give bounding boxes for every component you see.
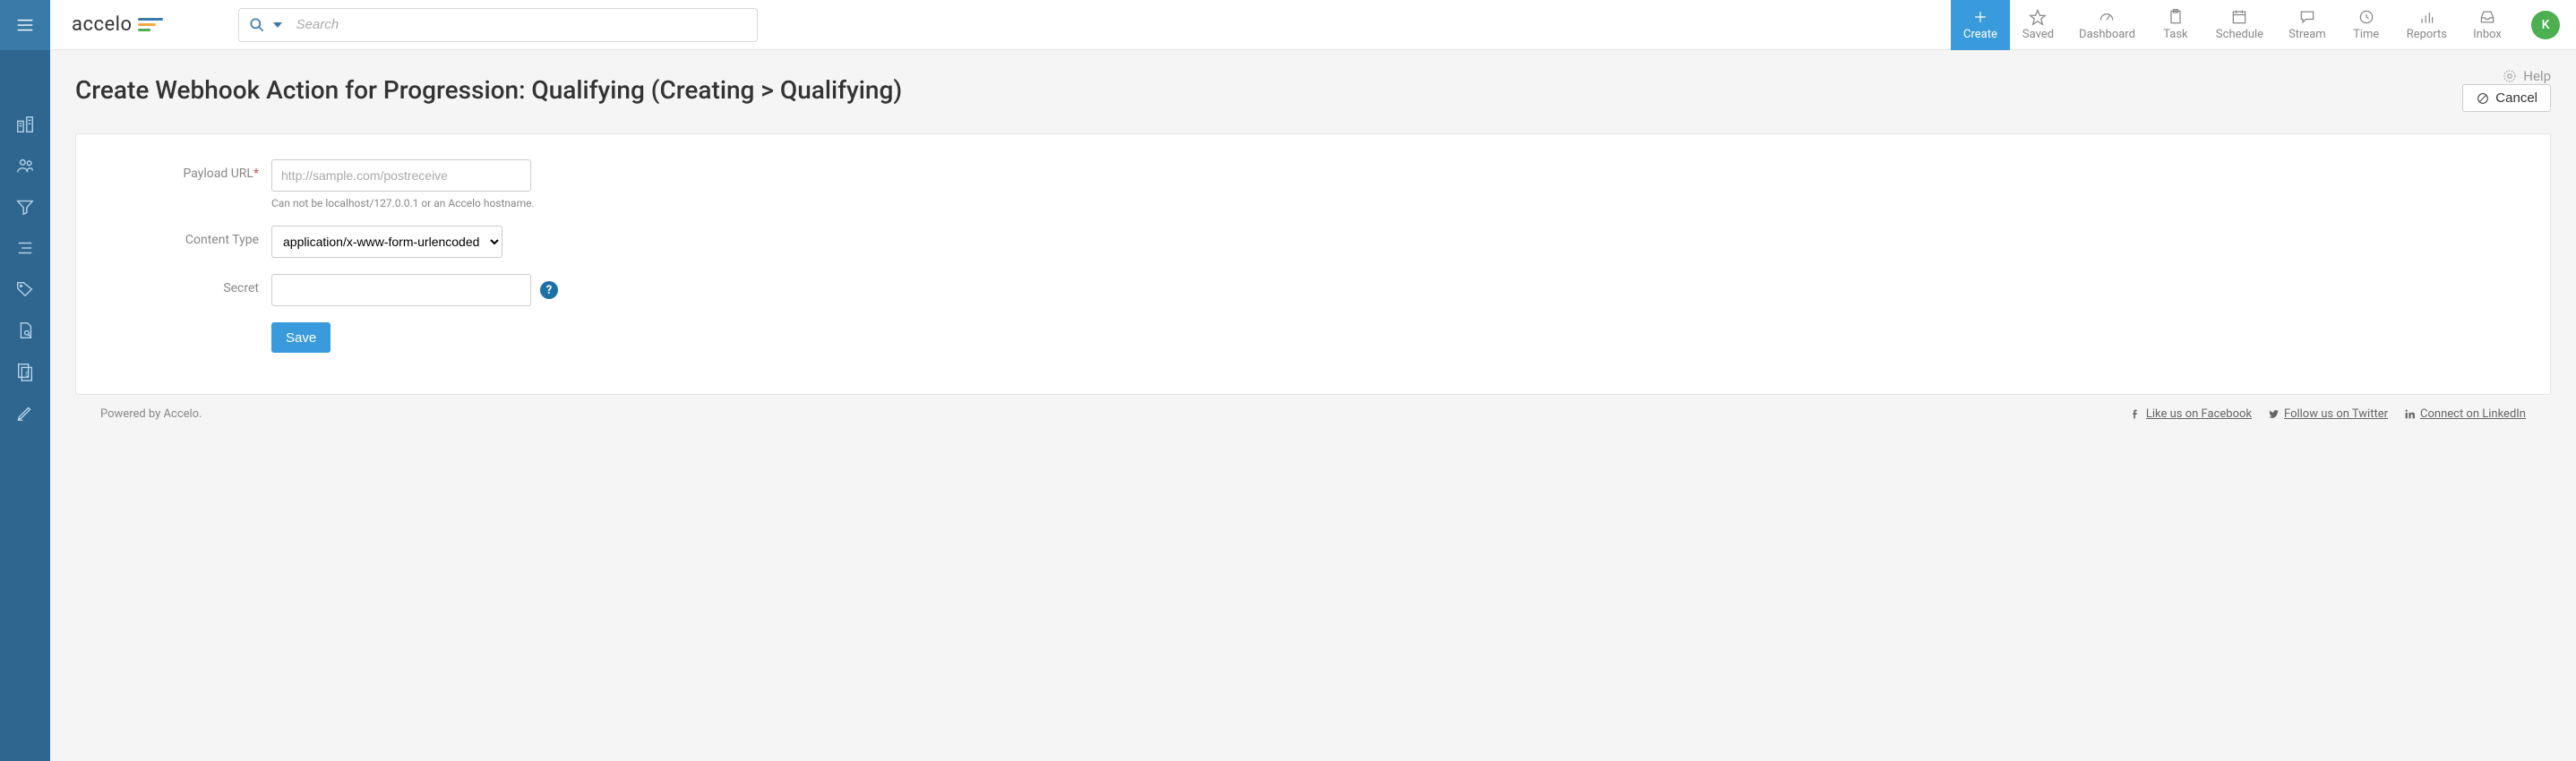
funnel-icon (15, 197, 35, 217)
sidebar-buildings[interactable] (0, 104, 50, 145)
nav-schedule[interactable]: Schedule (2203, 0, 2276, 50)
cancel-circle-icon (2476, 91, 2490, 106)
secret-input[interactable] (271, 274, 531, 306)
sidebar-tags[interactable] (0, 269, 50, 310)
search-scope-dropdown[interactable] (273, 22, 282, 28)
nav-saved[interactable]: Saved (2010, 0, 2066, 50)
nav-time[interactable]: Time (2339, 0, 2394, 50)
linkedin-icon (2404, 408, 2416, 420)
chat-icon (2298, 8, 2316, 26)
buildings-icon (15, 115, 35, 134)
nav-time-label: Time (2353, 28, 2379, 41)
nav-create[interactable]: Create (1951, 0, 2010, 50)
gear-dashed-icon (2502, 68, 2518, 84)
nav-inbox[interactable]: Inbox (2460, 0, 2515, 50)
help-link[interactable]: Help (2502, 68, 2551, 84)
pencil-icon (15, 403, 35, 423)
nav-inbox-label: Inbox (2473, 28, 2502, 41)
sidebar-document-search[interactable] (0, 310, 50, 351)
calendar-icon (2230, 8, 2248, 26)
billing-icon: $ (15, 362, 35, 381)
secret-label: Secret (101, 274, 271, 295)
cancel-label: Cancel (2495, 90, 2537, 106)
nav-schedule-label: Schedule (2216, 28, 2263, 41)
save-label: Save (286, 330, 316, 346)
topbar: accelo Create Saved (50, 0, 2576, 50)
cancel-button[interactable]: Cancel (2462, 84, 2551, 112)
help-label: Help (2523, 68, 2551, 84)
sidebar-filter[interactable] (0, 186, 50, 227)
nav-task[interactable]: Task (2148, 0, 2203, 50)
search-icon (248, 16, 266, 34)
left-sidebar: $ (0, 0, 50, 761)
sidebar-billing[interactable]: $ (0, 351, 50, 392)
hamburger-menu[interactable] (0, 0, 50, 50)
nav-reports[interactable]: Reports (2394, 0, 2460, 50)
nav-reports-label: Reports (2407, 28, 2447, 41)
nav-stream[interactable]: Stream (2276, 0, 2339, 50)
payload-url-input[interactable] (271, 159, 531, 192)
brand-logo[interactable]: accelo (50, 13, 185, 36)
facebook-icon (2130, 408, 2142, 420)
footer-linkedin-link[interactable]: Connect on LinkedIn (2404, 407, 2526, 421)
content-type-select[interactable]: application/x-www-form-urlencoded (271, 226, 502, 258)
payload-url-hint: Can not be localhost/127.0.0.1 or an Acc… (271, 197, 535, 209)
star-icon (2029, 8, 2047, 26)
people-icon (15, 156, 35, 175)
nav-dashboard-label: Dashboard (2079, 28, 2135, 41)
brand-mark-icon (138, 18, 163, 31)
hamburger-icon (15, 15, 35, 35)
nav-task-label: Task (2163, 28, 2187, 41)
page-title: Create Webhook Action for Progression: Q… (75, 75, 2462, 105)
save-button[interactable]: Save (271, 322, 331, 353)
search-input[interactable] (296, 17, 748, 32)
plus-icon (1971, 8, 1989, 26)
payload-url-label: Payload URL* (101, 159, 271, 181)
tasks-icon (15, 238, 35, 258)
tag-icon (15, 279, 35, 299)
secret-help-icon[interactable]: ? (540, 281, 558, 299)
footer-twitter-link[interactable]: Follow us on Twitter (2268, 407, 2388, 421)
footer: Powered by Accelo. Like us on Facebook F… (75, 395, 2551, 433)
brand-name: accelo (72, 13, 133, 36)
footer-facebook-link[interactable]: Like us on Facebook (2130, 407, 2252, 421)
twitter-icon (2268, 408, 2280, 420)
content-type-label: Content Type (101, 226, 271, 247)
avatar-initial: K (2542, 18, 2550, 32)
svg-text:$: $ (25, 371, 29, 379)
webhook-form: Payload URL* Can not be localhost/127.0.… (75, 133, 2551, 395)
clock-icon (2357, 8, 2375, 26)
inbox-icon (2478, 8, 2496, 26)
nav-saved-label: Saved (2022, 28, 2054, 41)
nav-create-label: Create (1963, 28, 1997, 41)
nav-stream-label: Stream (2288, 28, 2326, 41)
clipboard-icon (2167, 8, 2185, 26)
global-search[interactable] (238, 8, 758, 42)
nav-dashboard[interactable]: Dashboard (2066, 0, 2148, 50)
footer-powered: Powered by Accelo. (100, 407, 2130, 421)
bar-chart-icon (2417, 8, 2435, 26)
gauge-icon (2098, 8, 2116, 26)
document-search-icon (15, 321, 35, 340)
sidebar-people[interactable] (0, 145, 50, 186)
sidebar-tasks[interactable] (0, 227, 50, 269)
sidebar-edit[interactable] (0, 392, 50, 433)
user-avatar[interactable]: K (2531, 11, 2560, 39)
